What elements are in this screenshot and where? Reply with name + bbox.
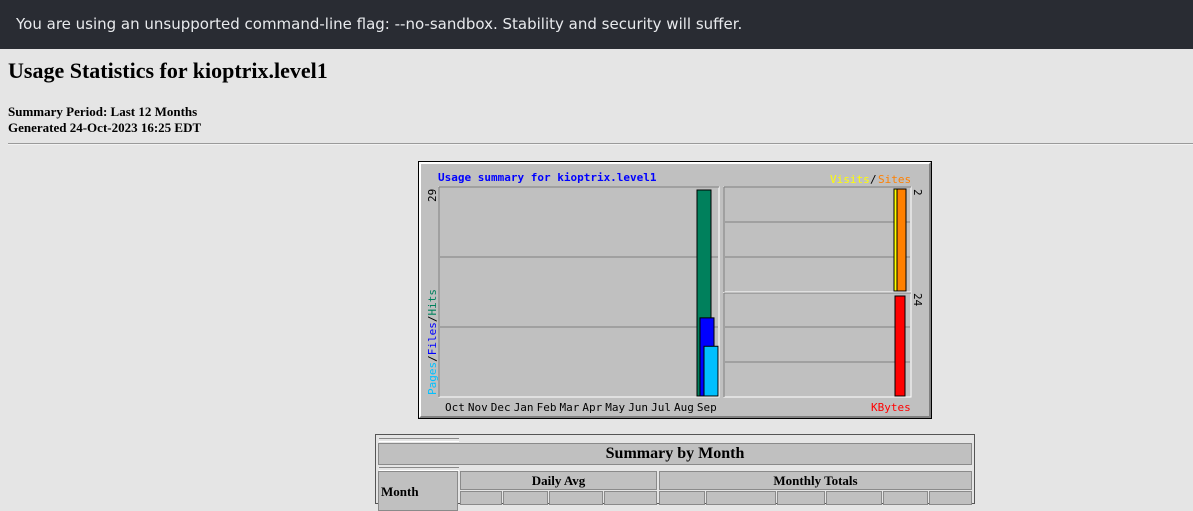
legend-visits: Visits [830, 173, 870, 186]
month-label-nov: Nov [468, 401, 488, 414]
legend-slash: / [870, 173, 877, 186]
month-label-aug: Aug [674, 401, 694, 414]
legend-slash-2: / [426, 316, 439, 323]
subheader-cell [777, 491, 825, 505]
kbytes-bars [894, 295, 906, 397]
summary-by-month-table: Summary by Month Month Daily Avg Monthly… [375, 434, 975, 511]
generated-timestamp: Generated 24-Oct-2023 16:25 EDT [8, 120, 202, 135]
unsupported-flag-infobar: You are using an unsupported command-lin… [0, 0, 1193, 49]
subheader-cell [659, 491, 705, 505]
table-top-rule [379, 438, 459, 442]
pages-bar-sep [703, 345, 719, 397]
subheader-cell [549, 491, 603, 505]
horizontal-rule [8, 143, 1193, 145]
month-label-jun: Jun [628, 401, 648, 414]
legend-slash-1: / [426, 355, 439, 362]
monthly-totals-header: Monthly Totals [659, 471, 972, 490]
month-label-mar: Mar [560, 401, 580, 414]
summary-table-title: Summary by Month [378, 443, 972, 465]
subheader-cell [883, 491, 928, 505]
kbytes-axis-max: 24 [911, 293, 924, 307]
legend-sites: Sites [878, 173, 911, 186]
kbytes-bar-sep [894, 295, 906, 397]
subheader-cell [826, 491, 882, 505]
infobar-message: You are using an unsupported command-lin… [16, 15, 743, 33]
daily-avg-header: Daily Avg [460, 471, 657, 490]
chart-title: Usage summary for kioptrix.level1 [438, 171, 657, 184]
subheader-cell [706, 491, 776, 505]
subheader-cell [460, 491, 502, 505]
legend-pages: Pages [426, 362, 439, 395]
legend-hits: Hits [426, 289, 439, 316]
visits-panel [723, 186, 912, 293]
sites-bar-sep [896, 188, 907, 292]
visits-axis-max: 2 [911, 189, 924, 196]
subheader-cell [503, 491, 548, 505]
subheader-cell [604, 491, 657, 505]
visits-bars [893, 188, 907, 292]
summary-period: Summary Period: Last 12 Months [8, 104, 198, 119]
usage-chart-svg: Usage summary for kioptrix.level1 Visits… [426, 171, 924, 414]
month-label-oct: Oct [445, 401, 465, 414]
kbytes-label: KBytes [871, 401, 911, 414]
page-title: Usage Statistics for kioptrix.level1 [8, 58, 328, 83]
usage-summary-chart: Usage summary for kioptrix.level1 Visits… [419, 162, 931, 418]
month-label-sep: Sep [697, 401, 717, 414]
subheader-cell [929, 491, 972, 505]
hits-panel [438, 186, 720, 398]
month-labels: Oct Nov Dec Jan Feb Mar Apr May Jun Jul Aug Sep [445, 401, 717, 414]
month-label-apr: Apr [582, 401, 602, 414]
month-label-jan: Jan [514, 401, 534, 414]
hits-axis-max: 29 [426, 189, 439, 202]
month-label-feb: Feb [537, 401, 557, 414]
legend-files: Files [426, 322, 439, 355]
month-column-header: Month [378, 471, 458, 511]
month-label-jul: Jul [651, 401, 671, 414]
month-label-may: May [605, 401, 625, 414]
month-label-dec: Dec [491, 401, 511, 414]
left-legend: Pages/Files/Hits [426, 289, 439, 395]
kbytes-panel [723, 292, 912, 398]
